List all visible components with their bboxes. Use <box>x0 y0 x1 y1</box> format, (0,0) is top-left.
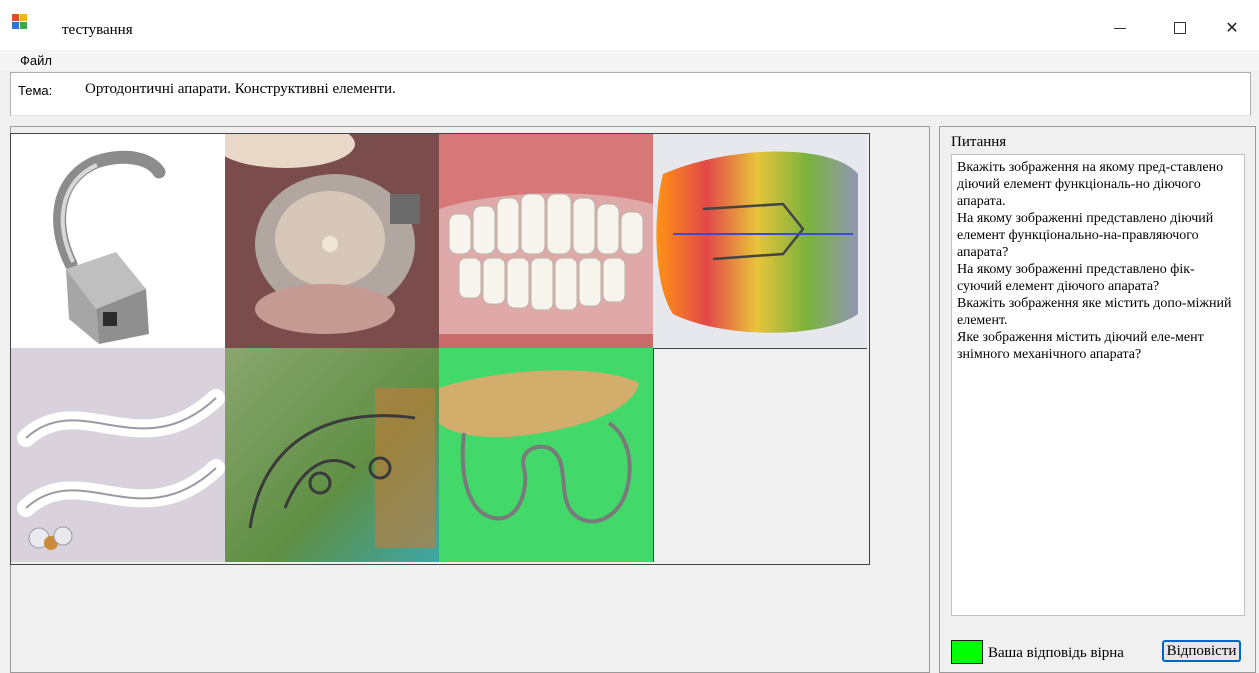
question-4: Вкажіть зображення яке містить допо-міжн… <box>957 296 1232 328</box>
menu-bar: Файл <box>0 50 1259 70</box>
topic-box: Тема: Ортодонтичні апарати. Конструктивн… <box>10 72 1251 116</box>
app-grid-icon <box>12 14 28 30</box>
empty-cell[interactable] <box>653 348 867 562</box>
window-title: тестування <box>62 22 133 38</box>
minimize-icon <box>1114 27 1126 29</box>
twisted-wire-image[interactable] <box>11 348 225 562</box>
answer-button[interactable]: Відповісти <box>1162 640 1241 662</box>
questions-box[interactable]: Вкажіть зображення на якому пред-ставлен… <box>951 154 1245 616</box>
question-1: Вкажіть зображення на якому пред-ставлен… <box>957 160 1224 209</box>
wire-spring-appliance-image[interactable] <box>225 348 439 562</box>
title-bar: тестування ✕ <box>0 0 1259 50</box>
result-indicator <box>951 640 983 664</box>
result-text: Ваша відповідь вірна <box>988 645 1124 661</box>
topic-value: Ортодонтичні апарати. Конструктивні елем… <box>85 81 396 97</box>
close-button[interactable]: ✕ <box>1209 14 1255 42</box>
metal-hook-image[interactable] <box>11 134 225 348</box>
question-2: На якому зображенні представлено діючий … <box>957 211 1214 260</box>
colorful-appliance-image[interactable] <box>653 134 867 348</box>
dentures-image[interactable] <box>439 134 653 348</box>
question-5: Яке зображення містить діючий еле-мент з… <box>957 330 1204 362</box>
maximize-button[interactable] <box>1157 14 1203 42</box>
tooth-crown-image[interactable] <box>225 134 439 348</box>
maximize-icon <box>1174 22 1186 34</box>
menu-file[interactable]: Файл <box>20 53 52 68</box>
question-3: На якому зображенні представлено фік-сую… <box>957 262 1195 294</box>
questions-label: Питання <box>951 134 1007 150</box>
acrylic-plate-loop-image[interactable] <box>439 348 653 562</box>
minimize-button[interactable] <box>1097 14 1143 42</box>
topic-label: Тема: <box>18 83 53 98</box>
image-grid <box>10 133 870 565</box>
close-icon: ✕ <box>1225 18 1239 37</box>
